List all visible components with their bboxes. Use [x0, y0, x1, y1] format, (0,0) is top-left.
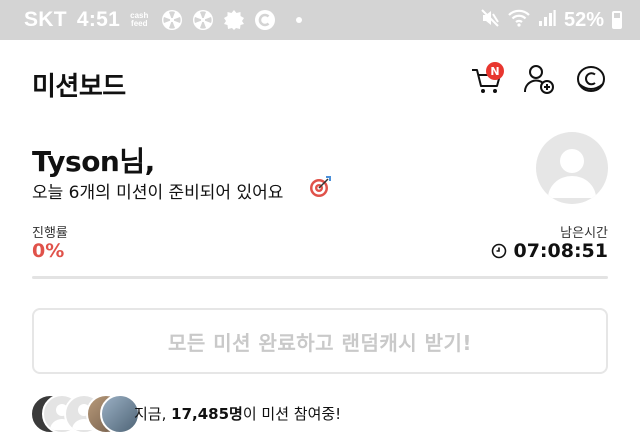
- battery-icon: [612, 11, 622, 29]
- greeting-subtitle: 오늘 6개의 미션이 준비되어 있어요: [32, 183, 284, 203]
- claim-random-cash-button[interactable]: 모든 미션 완료하고 랜덤캐시 받기!: [32, 308, 608, 374]
- participants-prefix: 지금,: [134, 405, 172, 423]
- status-bar: SKT 4:51 cash feed 52%: [0, 0, 640, 40]
- c-coin-icon: [254, 9, 276, 31]
- greeting-name: Tyson님,: [32, 145, 155, 178]
- participants-count: 17,485명: [171, 405, 243, 423]
- remaining-time-label: 남은시간: [560, 226, 608, 241]
- participants-count-text: 지금, 17,485명이 미션 참여중!: [134, 403, 341, 424]
- cart-badge: N: [486, 62, 504, 80]
- signal-icon: [538, 9, 556, 32]
- cash-coin-icon[interactable]: [574, 62, 608, 96]
- wifi-icon: [508, 8, 530, 33]
- progress-label: 진행률: [32, 226, 68, 241]
- clock-icon: [492, 243, 507, 259]
- gear-badge-icon: [223, 9, 245, 31]
- avatar-placeholder-icon: [548, 149, 596, 198]
- participant-avatars: [30, 394, 140, 434]
- progress-divider: [32, 276, 608, 279]
- fan-icon: [161, 9, 183, 31]
- progress-value: 0%: [32, 240, 65, 262]
- carrier-label: SKT: [24, 8, 67, 31]
- remaining-time-value: 07:08:51: [513, 240, 608, 262]
- fan-icon: [192, 9, 214, 31]
- mute-icon: [480, 8, 500, 33]
- add-user-icon[interactable]: [522, 62, 556, 96]
- remaining-time: 07:08:51: [491, 240, 608, 262]
- battery-percent: 52%: [563, 8, 604, 31]
- cashfeed-line-2: feed: [131, 19, 148, 28]
- page-title: 미션보드: [32, 72, 126, 102]
- participants-suffix: 이 미션 참여중!: [242, 405, 342, 423]
- profile-avatar[interactable]: [536, 132, 608, 204]
- notification-dot: [296, 17, 303, 23]
- target-icon: [310, 176, 331, 197]
- clock-time: 4:51: [76, 8, 121, 31]
- cashfeed-icon: cash feed: [130, 12, 148, 28]
